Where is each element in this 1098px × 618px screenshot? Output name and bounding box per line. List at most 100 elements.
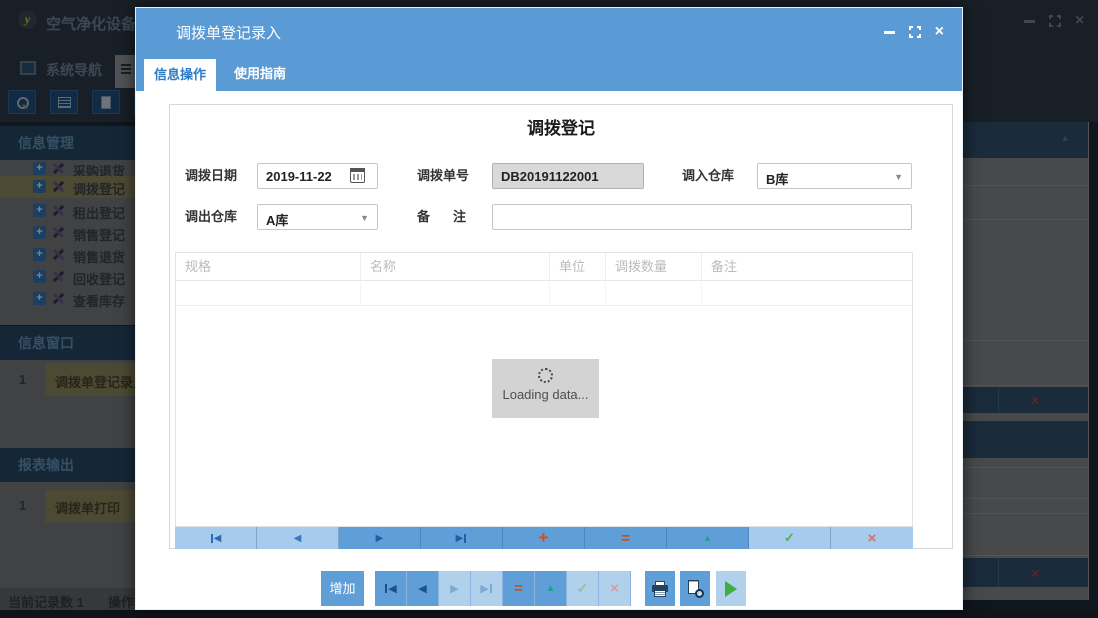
- add-record-button[interactable]: 增加: [321, 571, 364, 606]
- remark-input[interactable]: [492, 204, 912, 230]
- section-info-window[interactable]: 信息窗口: [0, 326, 135, 360]
- restore-icon[interactable]: [1049, 15, 1061, 27]
- nav-first-button[interactable]: ◀: [375, 571, 407, 606]
- expand-plus-icon[interactable]: +: [33, 292, 46, 305]
- col-name[interactable]: 名称: [361, 253, 550, 281]
- tab-info-operation[interactable]: 信息操作: [144, 59, 216, 91]
- divider: [963, 467, 1088, 468]
- tool-icon: [52, 162, 65, 175]
- tool-icon: [52, 270, 65, 283]
- order-no-label: 调拨单号: [417, 163, 469, 189]
- right-panel-header[interactable]: ▲: [963, 122, 1088, 158]
- tool-icon: [52, 292, 65, 305]
- tree-item-sales[interactable]: + 销售登记: [0, 222, 135, 244]
- run-button[interactable]: [716, 571, 746, 606]
- cancel-button[interactable]: ×: [599, 571, 631, 606]
- expand-plus-icon[interactable]: +: [33, 226, 46, 239]
- tab-system-navigation[interactable]: 系统导航: [46, 60, 102, 80]
- expand-plus-icon[interactable]: +: [33, 270, 46, 283]
- screen: y 空气净化设备 × 系统导航 信息管理 + 采购退货 + 调拨登记 +: [0, 0, 1098, 618]
- divider: [963, 185, 1088, 186]
- expand-plus-icon[interactable]: +: [33, 248, 46, 261]
- pager-edit-button[interactable]: ▲: [667, 527, 749, 549]
- report-row-label-cell[interactable]: 调拨单打印: [45, 490, 135, 522]
- nav-next-button[interactable]: ▶: [439, 571, 471, 606]
- maximize-icon[interactable]: [909, 26, 921, 38]
- tree-item-rent-out[interactable]: + 租出登记: [0, 200, 135, 222]
- pager-add-button[interactable]: +: [503, 527, 585, 549]
- tab-user-guide[interactable]: 使用指南: [224, 56, 296, 91]
- tree-item-recycle[interactable]: + 回收登记: [0, 266, 135, 288]
- minimize-icon[interactable]: [884, 31, 895, 34]
- col-remark[interactable]: 备注: [702, 253, 912, 281]
- confirm-button[interactable]: ✓: [567, 571, 599, 606]
- pager-prev-button[interactable]: ◀: [257, 527, 339, 549]
- pager-last-button[interactable]: ▶: [421, 527, 503, 549]
- app-logo-icon: y: [18, 10, 37, 29]
- section-report-output[interactable]: 报表输出: [0, 448, 135, 482]
- delete-row-button[interactable]: =: [503, 571, 535, 606]
- minimize-icon[interactable]: [1024, 20, 1035, 23]
- right-panel-header-2[interactable]: [963, 421, 1088, 458]
- grid-pager: ◀ ◀ ▶ ▶ + = ▲ ✓ ×: [175, 527, 913, 549]
- divider: [963, 340, 1088, 341]
- tool-icon: [52, 204, 65, 217]
- tree-item-view-stock[interactable]: + 查看库存: [0, 288, 135, 310]
- dialog-window-controls: ×: [884, 25, 944, 39]
- status-operation: 操作: [108, 592, 134, 611]
- toolbar-document-button[interactable]: [92, 90, 120, 114]
- warehouse-in-select[interactable]: B库 ▼: [757, 163, 912, 189]
- info-window-row-label-cell[interactable]: 调拨单登记录入: [45, 363, 135, 396]
- pager-first-button[interactable]: ◀: [175, 527, 257, 549]
- nav-prev-button[interactable]: ◀: [407, 571, 439, 606]
- pager-confirm-button[interactable]: ✓: [749, 527, 831, 549]
- chevron-down-icon: ▼: [894, 172, 903, 182]
- divider: [963, 385, 1088, 386]
- table-icon: [58, 97, 71, 108]
- warehouse-out-select[interactable]: A库 ▼: [257, 204, 378, 230]
- empty-grid-row[interactable]: [176, 281, 912, 306]
- warehouse-in-label: 调入仓库: [682, 163, 734, 189]
- expand-plus-icon[interactable]: +: [33, 180, 46, 193]
- delete-x-icon[interactable]: ×: [1031, 392, 1039, 408]
- warehouse-out-label: 调出仓库: [185, 204, 237, 230]
- section-info-management[interactable]: 信息管理: [0, 126, 135, 160]
- edit-row-button[interactable]: ▲: [535, 571, 567, 606]
- tool-icon: [52, 226, 65, 239]
- expand-plus-icon[interactable]: +: [33, 204, 46, 217]
- main-window-controls: ×: [1024, 14, 1084, 28]
- collapse-arrow-icon[interactable]: ▲: [1060, 133, 1070, 144]
- calendar-icon[interactable]: [350, 168, 365, 183]
- nav-last-button[interactable]: ▶: [471, 571, 503, 606]
- pager-delete-button[interactable]: =: [585, 527, 667, 549]
- preview-magnifier-icon: [687, 580, 704, 598]
- close-icon[interactable]: ×: [1075, 14, 1084, 28]
- loading-indicator: Loading data...: [492, 359, 599, 418]
- divider: [998, 387, 999, 413]
- tree-item-transfer-selected[interactable]: + 调拨登记: [0, 176, 135, 198]
- loading-text: Loading data...: [492, 387, 599, 402]
- toolbar-search-button[interactable]: [8, 90, 36, 114]
- order-no-input: [492, 163, 644, 189]
- report-row[interactable]: 1 调拨单打印: [0, 490, 135, 522]
- spinner-icon: [538, 368, 553, 383]
- divider: [963, 219, 1088, 220]
- col-unit[interactable]: 单位: [550, 253, 606, 281]
- col-spec[interactable]: 规格: [176, 253, 361, 281]
- remark-label: 备 注: [417, 204, 471, 230]
- close-icon[interactable]: ×: [935, 25, 944, 39]
- info-window-row[interactable]: 1 调拨单登记录入: [0, 363, 135, 396]
- print-button[interactable]: [645, 571, 675, 606]
- pager-cancel-button[interactable]: ×: [831, 527, 913, 549]
- form-heading: 调拨登记: [170, 114, 952, 139]
- delete-x-icon[interactable]: ×: [1031, 565, 1039, 581]
- expand-plus-icon[interactable]: +: [33, 162, 46, 175]
- print-preview-button[interactable]: [680, 571, 710, 606]
- pager-next-button[interactable]: ▶: [339, 527, 421, 549]
- play-icon: [725, 581, 737, 597]
- nav-tab-checkbox-icon: [20, 61, 36, 75]
- col-quantity[interactable]: 调拨数量: [606, 253, 702, 281]
- toolbar-table-button[interactable]: [50, 90, 78, 114]
- tool-icon: [52, 180, 65, 193]
- tree-item-sales-return[interactable]: + 销售退货: [0, 244, 135, 266]
